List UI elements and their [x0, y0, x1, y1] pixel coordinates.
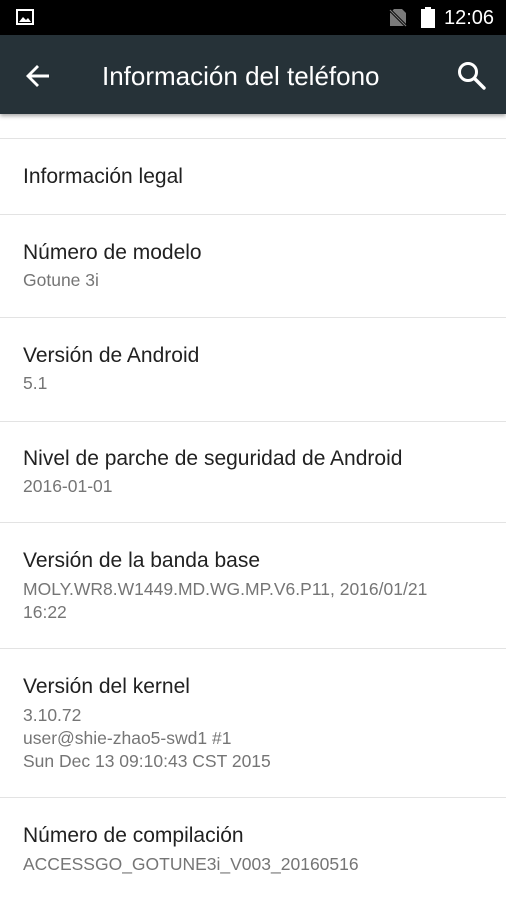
- no-sim-icon: [389, 8, 407, 27]
- list-item-model-number[interactable]: Número de modelo Gotune 3i: [0, 215, 506, 317]
- item-summary: ACCESSGO_GOTUNE3i_V003_20160516: [23, 854, 359, 874]
- list-item-build-number[interactable]: Número de compilación ACCESSGO_GOTUNE3i_…: [0, 798, 506, 900]
- item-summary: MOLY.WR8.W1449.MD.WG.MP.V6.P11, 2016/01/…: [23, 579, 428, 622]
- list-item-baseband-version[interactable]: Versión de la banda base MOLY.WR8.W1449.…: [0, 523, 506, 648]
- item-title: Versión de la banda base: [23, 549, 261, 572]
- list-item-security-patch-level[interactable]: Nivel de parche de seguridad de Android …: [0, 422, 506, 522]
- item-title: Número de compilación: [23, 824, 244, 847]
- item-summary: 3.10.72 user@shie-zhao5-swd1 #1 Sun Dec …: [23, 705, 271, 771]
- item-summary: 2016-01-01: [23, 476, 113, 496]
- list-item-kernel-version[interactable]: Versión del kernel 3.10.72 user@shie-zha…: [0, 649, 506, 797]
- status-time: 12:06: [444, 7, 495, 29]
- list-item-android-version[interactable]: Versión de Android 5.1: [0, 318, 506, 421]
- page-title: Información del teléfono: [102, 61, 380, 91]
- app-bar: Información del teléfono: [0, 35, 506, 114]
- arrow-back-icon[interactable]: [22, 60, 54, 92]
- battery-icon: [421, 7, 435, 28]
- item-title: Versión de Android: [23, 344, 200, 367]
- search-icon[interactable]: [455, 59, 489, 93]
- item-summary: Gotune 3i: [23, 270, 99, 290]
- status-bar: 12:06: [0, 0, 506, 35]
- image-notification-icon: [16, 9, 34, 25]
- item-title: Nivel de parche de seguridad de Android: [23, 447, 403, 470]
- item-summary: 5.1: [23, 373, 48, 393]
- item-title: Información legal: [23, 165, 183, 188]
- item-title: Número de modelo: [23, 241, 202, 264]
- list-item-legal-info[interactable]: Información legal: [0, 139, 506, 214]
- item-title: Versión del kernel: [23, 675, 190, 698]
